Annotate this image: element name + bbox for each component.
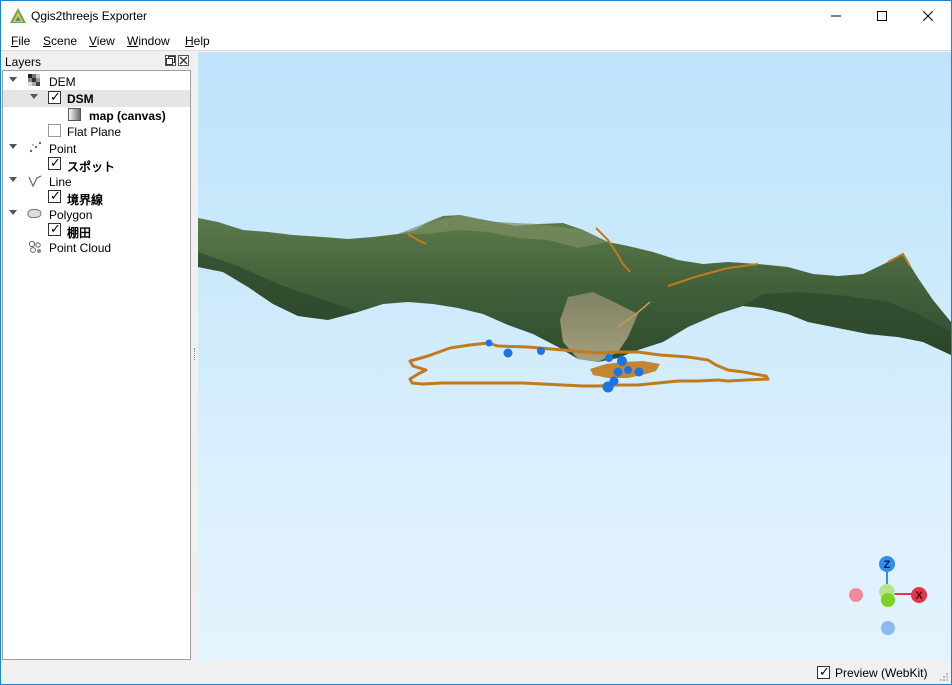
expand-arrow-icon[interactable] bbox=[9, 177, 17, 182]
expand-arrow-icon[interactable] bbox=[9, 77, 17, 82]
tree-label: Polygon bbox=[49, 208, 93, 222]
status-bar: ✓ Preview (WebKit) bbox=[1, 660, 951, 684]
layer-checkbox[interactable]: ✓ bbox=[48, 89, 61, 104]
axis-x-label: X bbox=[915, 590, 923, 602]
size-grip-icon[interactable] bbox=[939, 672, 949, 682]
tree-item-line[interactable]: Line bbox=[3, 173, 190, 190]
spot-point bbox=[485, 339, 493, 347]
layer-checkbox[interactable] bbox=[48, 124, 61, 137]
float-icon bbox=[166, 56, 175, 65]
tree-label: Point bbox=[49, 142, 77, 156]
layers-tree[interactable]: DEM ✓ DSM map (canvas) Flat Plane Point … bbox=[2, 70, 191, 660]
spot-point bbox=[537, 347, 545, 355]
dock-float-button[interactable] bbox=[165, 55, 176, 66]
axis-z-label: Z bbox=[884, 559, 891, 571]
menu-help[interactable]: Help bbox=[185, 34, 210, 48]
expand-arrow-icon[interactable] bbox=[9, 144, 17, 149]
expand-arrow-icon[interactable] bbox=[30, 94, 38, 99]
menu-bar: File Scene View Window Help bbox=[1, 31, 951, 51]
spot-point bbox=[613, 367, 623, 377]
polygon-icon bbox=[27, 208, 42, 219]
preview-checkbox[interactable]: ✓ bbox=[817, 664, 830, 679]
menu-window[interactable]: Window bbox=[127, 34, 170, 48]
check-icon: ✓ bbox=[50, 89, 61, 104]
check-icon: ✓ bbox=[50, 221, 61, 236]
minimize-icon bbox=[831, 15, 841, 17]
tree-label: Line bbox=[49, 175, 72, 189]
menu-file[interactable]: File bbox=[11, 34, 30, 48]
menu-view[interactable]: View bbox=[89, 34, 115, 48]
tree-item-flat-plane[interactable]: Flat Plane bbox=[3, 123, 190, 140]
dock-close-button[interactable] bbox=[178, 55, 189, 66]
tree-item-map-canvas[interactable]: map (canvas) bbox=[3, 107, 190, 124]
check-icon: ✓ bbox=[50, 188, 61, 203]
tree-label: Point Cloud bbox=[49, 241, 112, 255]
3d-scene[interactable]: Z X bbox=[198, 52, 951, 660]
preview-label[interactable]: Preview (WebKit) bbox=[835, 666, 927, 680]
3d-viewport[interactable]: Z X bbox=[198, 52, 951, 660]
layers-dock-title: Layers bbox=[5, 55, 42, 69]
axes-gizmo[interactable]: Z X bbox=[849, 556, 927, 635]
point-icon bbox=[29, 141, 42, 153]
point-cloud-icon bbox=[28, 240, 41, 253]
axis-y-ball[interactable] bbox=[881, 593, 895, 607]
spot-point bbox=[605, 354, 613, 362]
layer-checkbox[interactable]: ✓ bbox=[48, 188, 61, 203]
tree-label: DEM bbox=[49, 75, 76, 89]
expand-arrow-icon[interactable] bbox=[9, 210, 17, 215]
layer-checkbox[interactable]: ✓ bbox=[48, 155, 61, 170]
tree-item-boundary[interactable]: ✓ 境界線 bbox=[3, 188, 190, 207]
spot-point bbox=[624, 366, 632, 374]
tree-item-spot[interactable]: ✓ スポット bbox=[3, 155, 190, 174]
spot-point bbox=[634, 367, 644, 377]
app-window: Qgis2threejs Exporter File Scene View Wi… bbox=[0, 0, 952, 685]
maximize-icon bbox=[877, 11, 887, 21]
close-icon bbox=[923, 11, 933, 21]
tree-item-dsm[interactable]: ✓ DSM bbox=[3, 89, 190, 107]
close-button[interactable] bbox=[905, 1, 951, 31]
map-canvas-icon bbox=[68, 108, 81, 121]
minimize-button[interactable] bbox=[813, 1, 859, 31]
spot-point bbox=[503, 348, 513, 358]
tree-item-dem[interactable]: DEM bbox=[3, 73, 190, 90]
tree-item-polygon[interactable]: Polygon bbox=[3, 206, 190, 223]
dem-icon bbox=[28, 74, 40, 86]
tree-label: map (canvas) bbox=[89, 109, 166, 123]
layers-dock: Layers DEM ✓ DSM map (canvas) Flat Plane… bbox=[1, 52, 192, 660]
tree-label: DSM bbox=[67, 92, 94, 106]
tree-item-terraced-fields[interactable]: ✓ 棚田 bbox=[3, 221, 190, 240]
check-icon: ✓ bbox=[819, 664, 830, 679]
layer-checkbox[interactable]: ✓ bbox=[48, 221, 61, 236]
spot-point bbox=[617, 356, 627, 366]
tree-label: Flat Plane bbox=[67, 125, 122, 139]
axis-neg-z-ball[interactable] bbox=[881, 621, 895, 635]
qgis2threejs-app-icon bbox=[10, 8, 26, 23]
close-icon bbox=[179, 56, 188, 65]
tree-item-point-cloud[interactable]: Point Cloud bbox=[3, 239, 190, 256]
spot-point bbox=[602, 381, 614, 393]
title-bar[interactable]: Qgis2threejs Exporter bbox=[1, 1, 951, 31]
check-icon: ✓ bbox=[50, 155, 61, 170]
layers-dock-header[interactable]: Layers bbox=[1, 52, 192, 70]
line-icon bbox=[28, 175, 42, 188]
menu-scene[interactable]: Scene bbox=[43, 34, 77, 48]
window-title: Qgis2threejs Exporter bbox=[31, 9, 148, 23]
tree-item-point[interactable]: Point bbox=[3, 140, 190, 157]
splitter-grip bbox=[194, 348, 196, 360]
axis-neg-x-ball[interactable] bbox=[849, 588, 863, 602]
maximize-button[interactable] bbox=[859, 1, 905, 31]
